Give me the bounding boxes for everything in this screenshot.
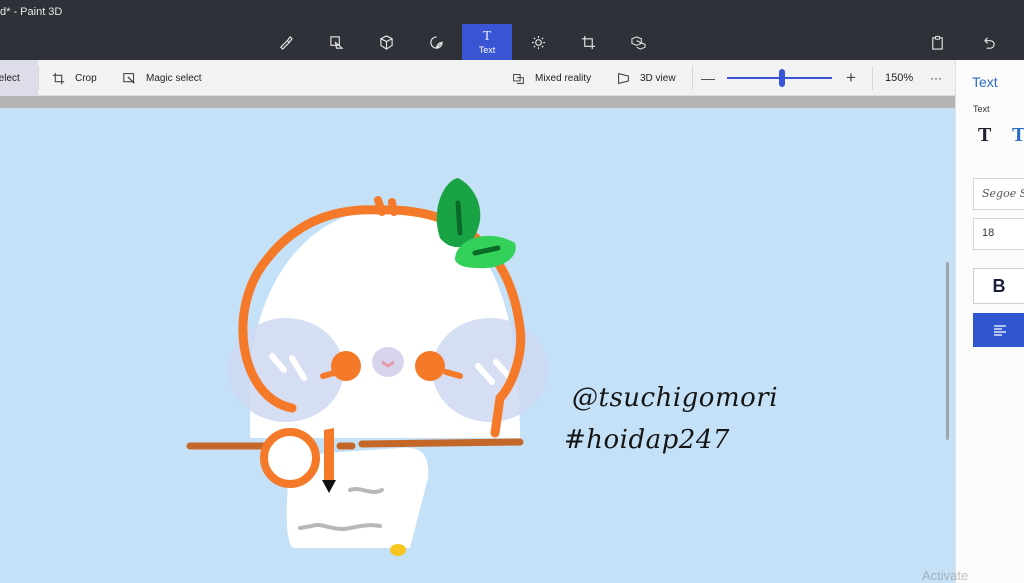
2d-text-button[interactable]: T <box>978 124 991 147</box>
font-family-field[interactable]: Segoe Script <box>973 178 1024 210</box>
undo-button[interactable] <box>963 24 1013 60</box>
activation-watermark: Activate Windows <box>922 568 969 583</box>
canvas-tool[interactable] <box>563 24 613 60</box>
canvas-gutter <box>0 96 955 108</box>
divider <box>38 66 39 90</box>
select-label: Select <box>0 72 20 84</box>
paste-icon <box>931 35 943 50</box>
mixed-reality-button[interactable]: Mixed reality <box>512 60 591 96</box>
align-left-button[interactable] <box>973 313 1024 347</box>
divider <box>872 66 873 90</box>
3d-view-label: 3D view <box>640 72 676 84</box>
align-left-icon <box>994 325 1006 336</box>
mixed-reality-label: Mixed reality <box>535 72 592 84</box>
text-tool-label: Text <box>478 44 496 55</box>
3d-shapes-tool[interactable] <box>361 24 411 60</box>
text-tool[interactable]: T Text <box>462 24 512 60</box>
sticker-icon <box>429 35 443 49</box>
minus-icon: — <box>701 70 715 86</box>
more-icon: ··· <box>930 71 942 85</box>
cube-icon <box>379 34 393 50</box>
more-options-button[interactable]: ··· <box>930 60 942 96</box>
magic-select-button[interactable]: Magic select <box>123 60 202 96</box>
select-button[interactable]: Select <box>0 60 38 96</box>
panel-subtitle: Text <box>973 104 990 114</box>
magic-select-icon <box>123 72 135 84</box>
handle-text[interactable]: @tsuchigomori <box>572 383 778 413</box>
hashtag-text[interactable]: #hoidap247 <box>564 425 730 455</box>
magic-select-label: Magic select <box>146 72 202 84</box>
crop-button[interactable]: Crop <box>52 60 97 96</box>
window-title: d* - Paint 3D <box>0 6 63 18</box>
canvas-crop-icon <box>581 35 595 49</box>
brush-icon <box>279 35 293 50</box>
zoom-percent-label: 150% <box>885 72 914 84</box>
vertical-scrollbar[interactable] <box>946 262 949 440</box>
zoom-in-button[interactable]: + <box>846 60 856 96</box>
stickers-tool[interactable] <box>411 24 461 60</box>
zoom-out-button[interactable]: — <box>701 60 715 96</box>
mixed-reality-icon <box>513 73 524 84</box>
3d-text-button[interactable]: T <box>1012 124 1024 147</box>
sun-icon <box>531 35 545 49</box>
3d-view-icon <box>618 72 629 84</box>
zoom-slider-thumb[interactable] <box>779 69 785 87</box>
font-size-field[interactable]: 18 <box>973 218 1024 250</box>
effects-tool[interactable] <box>513 24 563 60</box>
brushes-tool[interactable] <box>260 24 310 60</box>
crop-icon <box>52 72 65 84</box>
panel-title: Text <box>972 74 998 90</box>
zoom-percent[interactable]: 150% <box>885 60 913 96</box>
text-icon: T <box>482 28 492 44</box>
3d-view-button[interactable]: 3D view <box>617 60 676 96</box>
bold-button[interactable]: B <box>973 268 1024 304</box>
undo-icon <box>983 36 995 49</box>
plus-icon: + <box>846 68 856 87</box>
crop-label: Crop <box>75 72 97 84</box>
library-cube-icon <box>630 35 646 50</box>
paste-button[interactable] <box>912 24 962 60</box>
divider <box>692 66 693 90</box>
2d-shapes-icon <box>329 35 344 49</box>
drawing-canvas[interactable]: @tsuchigomori #hoidap247 <box>0 108 955 583</box>
character-drawing <box>186 178 548 556</box>
3d-library-tool[interactable] <box>613 24 663 60</box>
title-toolbar: d* - Paint 3D T Text <box>0 0 1024 60</box>
text-side-panel: Text Text T T Segoe Script 18 B <box>955 60 1024 583</box>
2d-shapes-tool[interactable] <box>311 24 361 60</box>
